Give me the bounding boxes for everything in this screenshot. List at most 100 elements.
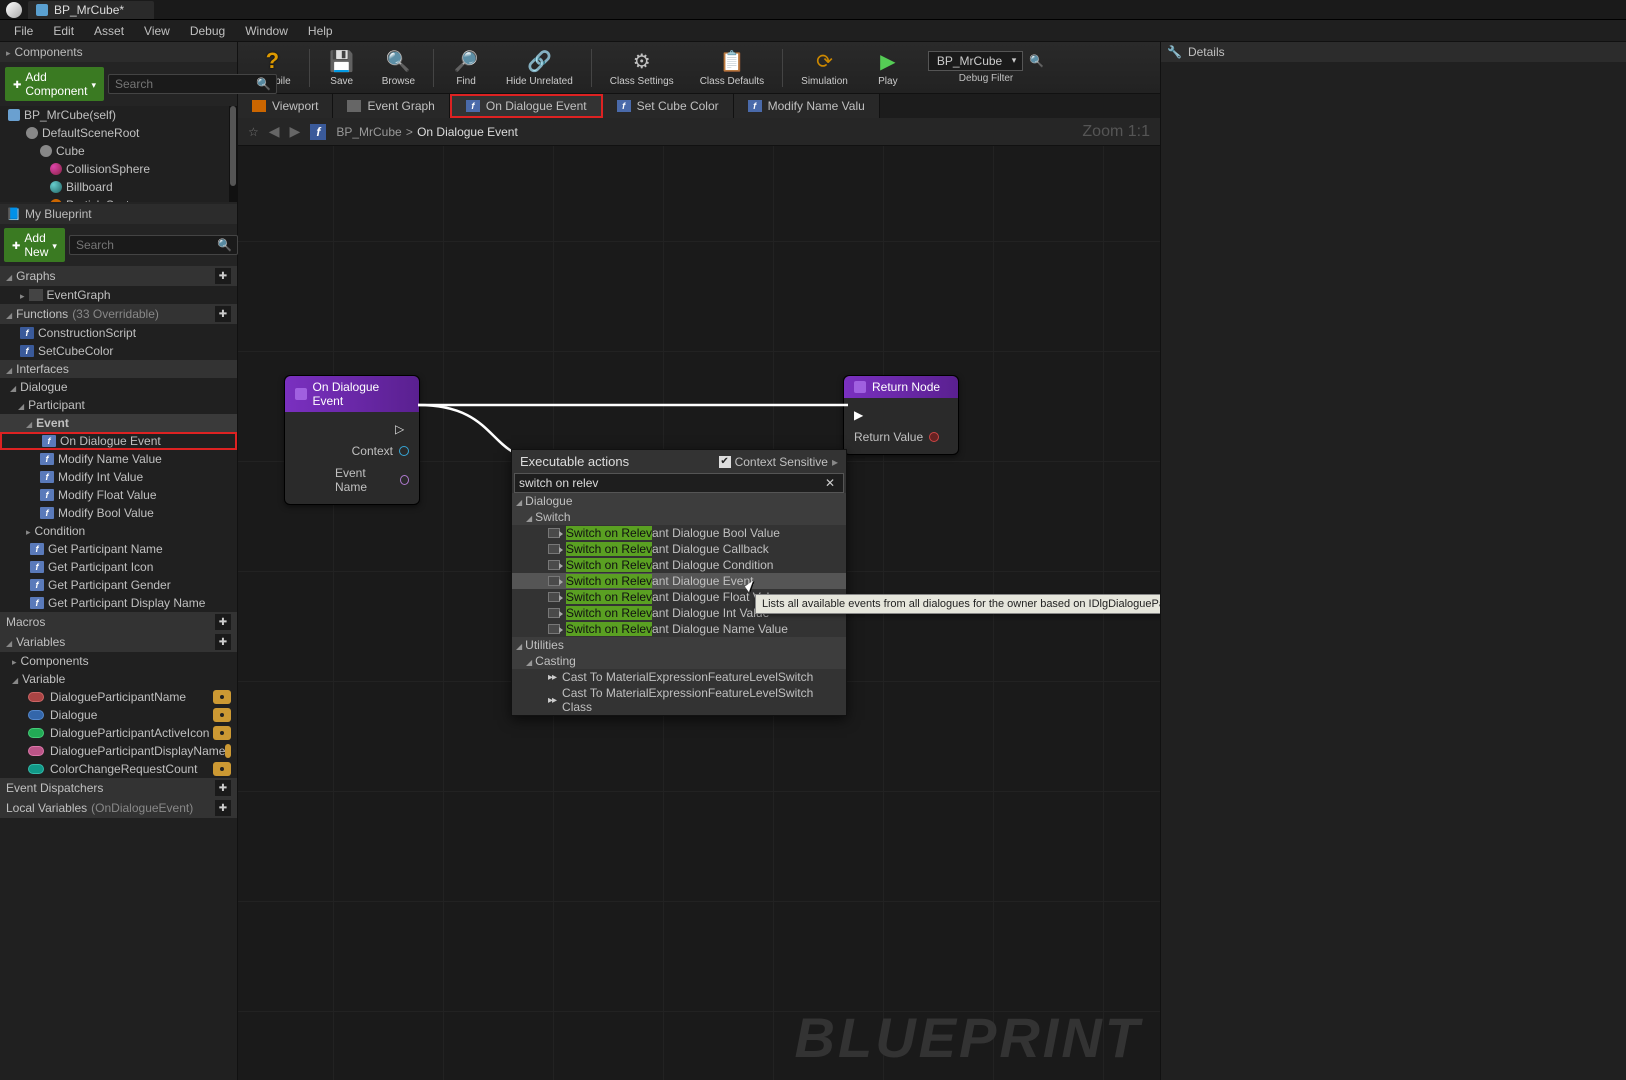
section-interfaces[interactable]: Interfaces (0, 360, 237, 378)
tab-event-graph[interactable]: Event Graph (333, 94, 449, 118)
data-pin-out[interactable] (400, 475, 409, 485)
node-function-entry[interactable]: On Dialogue Event Context Event Name (284, 375, 420, 505)
on-dialogue-event-item[interactable]: On Dialogue Event (0, 432, 237, 450)
interface-function-item[interactable]: Modify Name Value (0, 450, 237, 468)
context-menu-item[interactable]: ▸▸Cast To MaterialExpressionFeatureLevel… (512, 685, 846, 715)
exec-pin-in[interactable] (854, 408, 868, 422)
menu-help[interactable]: Help (300, 22, 341, 40)
simulation-button[interactable]: ⟳Simulation (793, 46, 856, 89)
interface-event-group[interactable]: Event (36, 416, 69, 430)
visibility-toggle[interactable] (213, 690, 231, 704)
visibility-toggle[interactable] (213, 708, 231, 722)
nav-fwd-button[interactable]: ▶ (290, 123, 301, 140)
interface-function-item[interactable]: Get Participant Display Name (0, 594, 237, 612)
blueprint-graph-canvas[interactable]: BLUEPRINT On Dialogue Event Context Even… (238, 146, 1160, 1080)
visibility-toggle[interactable] (213, 726, 231, 740)
tab-on-dialogue-event[interactable]: On Dialogue Event (450, 94, 603, 118)
context-menu-item[interactable]: Switch on Relevant Dialogue Condition (512, 557, 846, 573)
browse-debug-icon[interactable]: 🔍 (1029, 54, 1044, 68)
section-variables[interactable]: Variables (0, 632, 237, 652)
function-item[interactable]: SetCubeColor (38, 344, 113, 358)
tab-modify-name-value[interactable]: Modify Name Valu (734, 94, 880, 118)
menu-asset[interactable]: Asset (86, 22, 132, 40)
save-button[interactable]: 💾Save (320, 46, 364, 89)
myblueprint-search-input[interactable] (69, 235, 238, 255)
components-search-input[interactable] (108, 74, 277, 94)
find-button[interactable]: 🔎Find (444, 46, 488, 89)
menu-file[interactable]: File (6, 22, 41, 40)
browse-button[interactable]: 🔍Browse (374, 46, 423, 89)
class-settings-button[interactable]: ⚙Class Settings (602, 46, 682, 89)
interface-function-item[interactable]: Modify Float Value (0, 486, 237, 504)
component-row[interactable]: CollisionSphere (66, 162, 150, 176)
tab-set-cube-color[interactable]: Set Cube Color (603, 94, 734, 118)
component-row[interactable]: ParticleSystem (66, 198, 146, 202)
variable-item[interactable]: ColorChangeRequestCount (0, 760, 237, 778)
components-scrollbar[interactable] (229, 106, 237, 202)
interface-function-item[interactable]: Modify Bool Value (0, 504, 237, 522)
interface-function-item[interactable]: Get Participant Icon (0, 558, 237, 576)
context-menu-item[interactable]: Switch on Relevant Dialogue Callback (512, 541, 846, 557)
section-local-variables[interactable]: Local Variables (OnDialogueEvent) (0, 798, 237, 818)
details-header[interactable]: 🔧 Details (1161, 42, 1626, 62)
data-pin-in[interactable] (929, 432, 939, 442)
favorite-icon[interactable]: ☆ (248, 125, 259, 139)
my-blueprint-header[interactable]: 📘 My Blueprint (0, 204, 237, 224)
visibility-toggle[interactable] (213, 762, 231, 776)
context-menu-item[interactable]: Switch on Relevant Dialogue Name Value (512, 621, 846, 637)
component-row[interactable]: BP_MrCube(self) (24, 108, 116, 122)
window-tab[interactable]: BP_MrCube* (28, 1, 154, 19)
components-tree[interactable]: BP_MrCube(self) DefaultSceneRoot Cube Co… (0, 106, 237, 202)
component-row[interactable]: Billboard (66, 180, 113, 194)
interface-function-item[interactable]: Get Participant Gender (0, 576, 237, 594)
exec-pin-out[interactable] (395, 422, 409, 436)
menu-window[interactable]: Window (237, 22, 296, 40)
hide-unrelated-button[interactable]: 🔗Hide Unrelated (498, 46, 581, 89)
add-variable-button[interactable] (215, 634, 231, 650)
node-context-menu[interactable]: Executable actions ✔Context Sensitive ▸ … (511, 449, 847, 716)
function-item[interactable]: ConstructionScript (38, 326, 136, 340)
menu-edit[interactable]: Edit (45, 22, 82, 40)
add-new-button[interactable]: Add New (4, 228, 65, 262)
clear-search-button[interactable]: ✕ (821, 476, 839, 490)
variable-item[interactable]: Dialogue (0, 706, 237, 724)
menu-debug[interactable]: Debug (182, 22, 233, 40)
interface-function-item[interactable]: Modify Int Value (0, 468, 237, 486)
section-graphs[interactable]: Graphs (0, 266, 237, 286)
data-pin-out[interactable] (399, 446, 409, 456)
add-graph-button[interactable] (215, 268, 231, 284)
add-macro-button[interactable] (215, 614, 231, 630)
debug-target-selector[interactable]: BP_MrCube (928, 51, 1023, 71)
section-functions[interactable]: Functions (33 Overridable) (0, 304, 237, 324)
add-component-button[interactable]: Add Component (5, 67, 104, 101)
tab-viewport[interactable]: Viewport (238, 94, 333, 118)
blueprint-tree[interactable]: Graphs EventGraph Functions (33 Overrida… (0, 266, 237, 1080)
section-event-dispatchers[interactable]: Event Dispatchers (0, 778, 237, 798)
add-dispatcher-button[interactable] (215, 780, 231, 796)
variable-item[interactable]: DialogueParticipantName (0, 688, 237, 706)
menu-view[interactable]: View (136, 22, 178, 40)
component-row[interactable]: DefaultSceneRoot (42, 126, 139, 140)
add-localvar-button[interactable] (215, 800, 231, 816)
variable-item[interactable]: DialogueParticipantActiveIcon (0, 724, 237, 742)
section-macros[interactable]: Macros (0, 612, 237, 632)
interface-dialogue[interactable]: Dialogue (20, 380, 67, 394)
components-header[interactable]: Components (0, 42, 237, 62)
visibility-toggle[interactable] (225, 744, 231, 758)
context-menu-search-input[interactable] (519, 476, 821, 490)
var-group-components[interactable]: Components (21, 654, 89, 668)
var-group-variable[interactable]: Variable (22, 672, 65, 686)
nav-back-button[interactable]: ◀ (269, 123, 280, 140)
context-sensitive-toggle[interactable]: ✔Context Sensitive ▸ (719, 455, 838, 469)
class-defaults-button[interactable]: 📋Class Defaults (692, 46, 772, 89)
context-menu-item[interactable]: ▸▸Cast To MaterialExpressionFeatureLevel… (512, 669, 846, 685)
graph-item[interactable]: EventGraph (47, 288, 111, 302)
interface-participant[interactable]: Participant (28, 398, 85, 412)
context-menu-item[interactable]: Switch on Relevant Dialogue Event (512, 573, 846, 589)
add-function-button[interactable] (215, 306, 231, 322)
interface-condition-group[interactable]: Condition (35, 524, 86, 538)
node-return[interactable]: Return Node Return Value (843, 375, 959, 455)
context-menu-item[interactable]: Switch on Relevant Dialogue Bool Value (512, 525, 846, 541)
scrollbar-thumb[interactable] (230, 106, 236, 186)
component-row[interactable]: Cube (56, 144, 85, 158)
